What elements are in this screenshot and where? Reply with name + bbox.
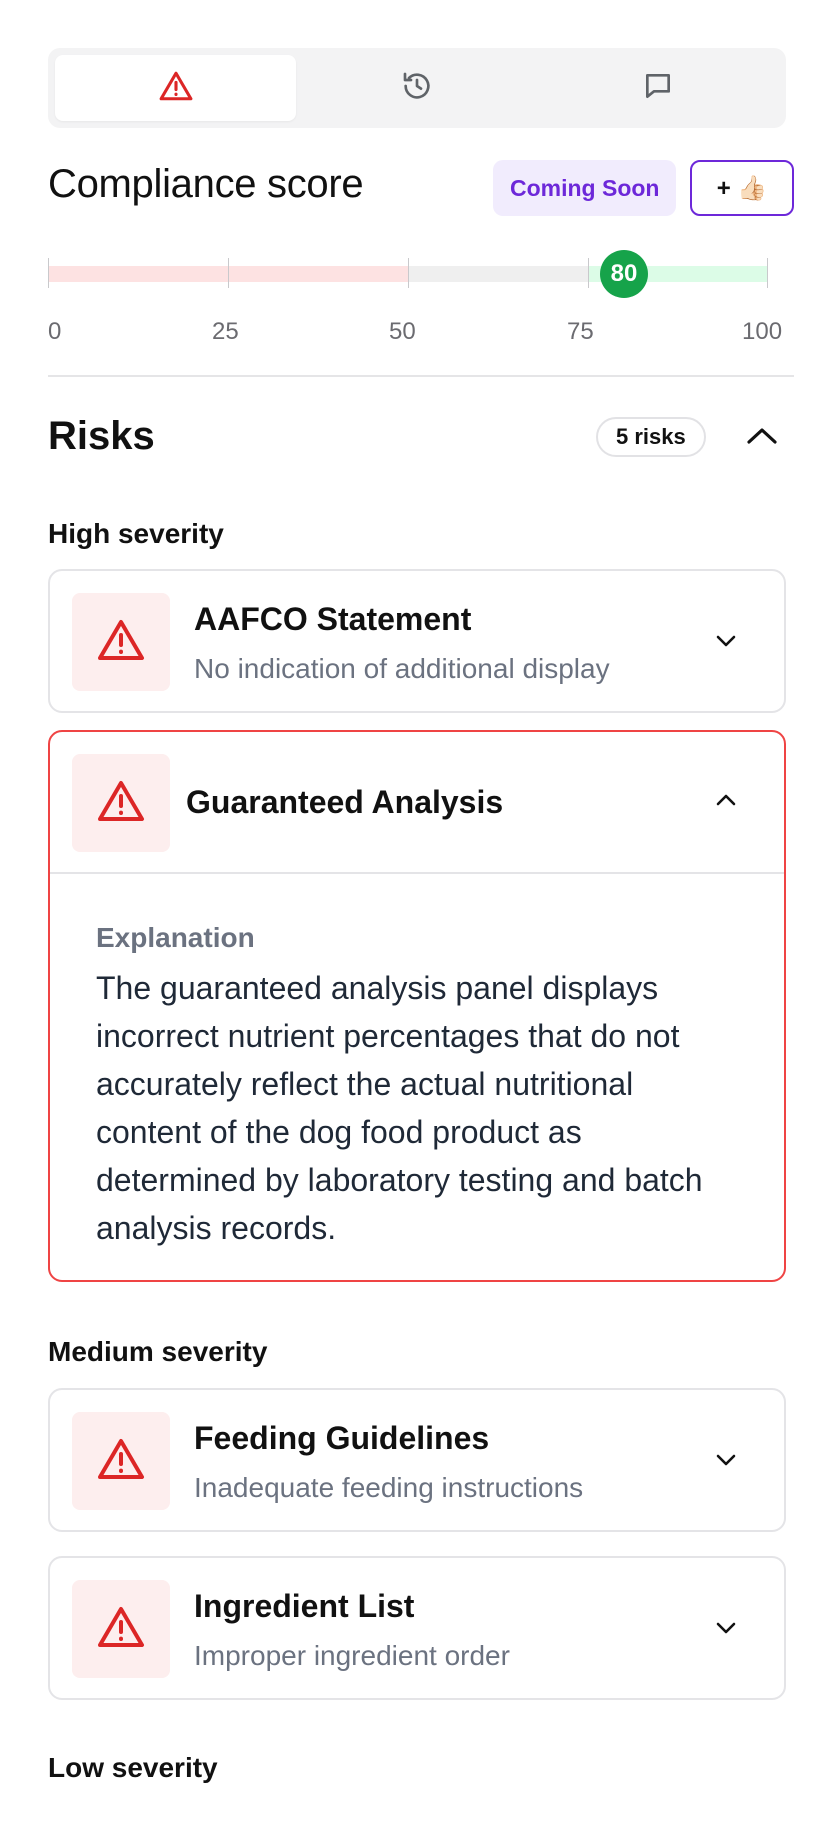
warning-triangle-icon bbox=[97, 1437, 145, 1486]
tab-risks[interactable] bbox=[55, 55, 297, 121]
expand-button[interactable] bbox=[710, 627, 742, 659]
severity-label-low: Low severity bbox=[48, 1752, 218, 1783]
expand-button[interactable] bbox=[710, 1614, 742, 1646]
risk-icon-box bbox=[72, 754, 170, 852]
risk-title: Feeding Guidelines bbox=[194, 1420, 490, 1456]
explanation-label: Explanation bbox=[96, 922, 255, 953]
risk-card-aafco[interactable]: AAFCO Statement No indication of additio… bbox=[48, 569, 786, 713]
risk-card-feeding-guidelines[interactable]: Feeding Guidelines Inadequate feeding in… bbox=[48, 1388, 786, 1532]
scale-tick bbox=[408, 258, 409, 288]
chevron-down-icon bbox=[714, 633, 738, 654]
risk-count-badge: 5 risks bbox=[596, 417, 706, 457]
risk-title: Guaranteed Analysis bbox=[186, 784, 504, 820]
compliance-scale: 80 bbox=[48, 250, 768, 298]
expand-button[interactable] bbox=[710, 1446, 742, 1478]
message-icon bbox=[642, 70, 674, 107]
section-divider bbox=[48, 375, 794, 377]
risk-subtitle: No indication of additional display bbox=[194, 653, 610, 684]
warning-triangle-icon bbox=[97, 779, 145, 828]
scale-tick bbox=[48, 258, 49, 288]
risk-title: Ingredient List bbox=[194, 1588, 415, 1624]
like-label: + 👍🏻 bbox=[716, 174, 768, 202]
tab-history[interactable] bbox=[296, 55, 537, 121]
scale-label-25: 25 bbox=[212, 318, 239, 345]
explanation-text: The guaranteed analysis panel displays i… bbox=[96, 970, 703, 1246]
scale-segment-mid bbox=[408, 266, 588, 282]
chevron-down-icon bbox=[714, 1620, 738, 1641]
risk-title: AAFCO Statement bbox=[194, 601, 472, 637]
chevron-up-icon bbox=[745, 425, 779, 452]
risk-icon-box bbox=[72, 1412, 170, 1510]
risk-icon-box bbox=[72, 593, 170, 691]
warning-triangle-icon bbox=[159, 70, 193, 107]
collapse-button[interactable] bbox=[710, 786, 742, 818]
coming-soon-badge: Coming Soon bbox=[493, 160, 677, 216]
chevron-down-icon bbox=[714, 1452, 738, 1473]
severity-label-medium: Medium severity bbox=[48, 1336, 268, 1367]
risk-card-header[interactable]: Guaranteed Analysis bbox=[50, 732, 784, 874]
scale-tick bbox=[588, 258, 589, 288]
scale-tick bbox=[767, 258, 768, 288]
warning-triangle-icon bbox=[97, 618, 145, 667]
scale-tick bbox=[228, 258, 229, 288]
risk-subtitle: Inadequate feeding instructions bbox=[194, 1472, 584, 1503]
risk-icon-box bbox=[72, 1580, 170, 1678]
compliance-title: Compliance score bbox=[48, 162, 364, 206]
warning-triangle-icon bbox=[97, 1605, 145, 1654]
scale-label-75: 75 bbox=[567, 318, 594, 345]
tab-bar bbox=[48, 48, 786, 128]
collapse-risks-button[interactable] bbox=[740, 418, 784, 458]
scale-label-0: 0 bbox=[48, 318, 62, 345]
chevron-up-icon bbox=[714, 792, 738, 813]
scale-label-100: 100 bbox=[742, 318, 783, 345]
tab-comments[interactable] bbox=[538, 55, 779, 121]
history-icon bbox=[401, 70, 433, 107]
score-marker: 80 bbox=[600, 250, 648, 298]
risk-subtitle: Improper ingredient order bbox=[194, 1640, 510, 1671]
risk-card-ingredient-list[interactable]: Ingredient List Improper ingredient orde… bbox=[48, 1556, 786, 1700]
scale-label-50: 50 bbox=[389, 318, 416, 345]
risks-title: Risks bbox=[48, 414, 155, 458]
severity-label-high: High severity bbox=[48, 518, 224, 549]
risk-card-guaranteed-analysis[interactable]: Guaranteed Analysis Explanation The guar… bbox=[48, 730, 786, 1282]
like-button[interactable]: + 👍🏻 bbox=[690, 160, 794, 216]
